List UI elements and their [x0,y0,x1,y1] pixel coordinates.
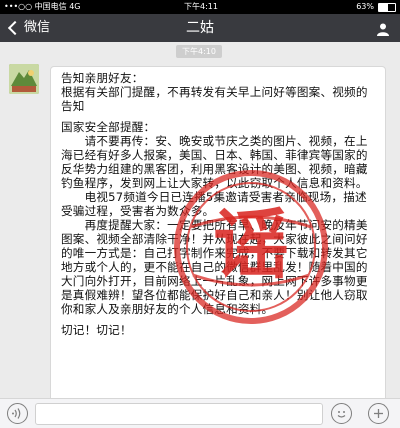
chat-area[interactable]: 下午4:10 告知亲朋好友： 根据有关部门提醒，不再转发有关早上问好等图案、视频… [0,42,400,398]
emoji-button[interactable] [331,403,352,424]
message-line [61,113,377,120]
voice-icon [12,408,21,419]
message-line: 电视57频道今日已连播5集邀请受害者亲临现场，描述受骗过程，受害者为数众多。 [61,190,367,218]
chat-title: 二姑 [186,20,214,36]
message-text: 告知亲朋好友： 根据有关部门提醒，不再转发有关早上问好等图案、视频的告知 国家安… [61,71,377,337]
voice-button[interactable] [7,403,28,424]
more-button[interactable] [368,403,389,424]
message-bubble[interactable]: 告知亲朋好友： 根据有关部门提醒，不再转发有关早上问好等图案、视频的告知 国家安… [50,66,386,398]
message-line: 请不要再传：安、晚安或节庆之类的图片、视频，在上海已经有好多人报案，美国、日本、… [61,134,368,190]
avatar[interactable] [9,64,39,94]
battery-icon [378,3,396,12]
message-input[interactable] [35,403,323,425]
message-line: 告知亲朋好友： [61,71,144,85]
plus-icon [374,409,383,418]
input-toolbar [0,398,400,428]
message-line: 再度提醒大家：一定要把所有早、晚及年节问安的精美图案、视频全部清除干净！并从现在… [61,218,368,316]
person-icon [377,23,389,36]
status-bar: •••○○ 中国电信 4G 下午4:11 63% [0,0,400,14]
message-line: 切记！切记！ [61,323,132,337]
chat-header: 微信 二姑 [0,14,400,42]
message-line: 国家安全部提醒： [61,120,156,134]
contact-info-button[interactable] [376,21,390,36]
battery-percent: 63% [356,2,374,11]
emoji-icon [337,411,346,418]
message-line [61,316,377,323]
status-time: 下午4:11 [184,2,218,11]
avatar-image [9,64,39,94]
message-timestamp: 下午4:10 [176,45,222,58]
message-line: 根据有关部门提醒，不再转发有关早上问好等图案、视频的告知 [61,85,368,113]
carrier-signal: •••○○ 中国电信 4G [4,2,81,11]
